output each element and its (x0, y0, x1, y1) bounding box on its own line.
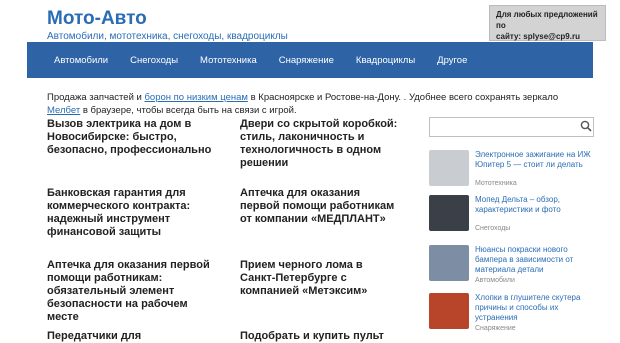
ad-box: Для любых предложений по сайту: splyse@c… (489, 5, 606, 41)
post-thumbnail[interactable] (429, 150, 469, 186)
post-thumbnail[interactable] (429, 245, 469, 281)
post-title[interactable]: Вызов электрика на дом в Новосибирске: б… (47, 118, 217, 157)
site-description: Автомобили, мототехника, снегоходы, квад… (47, 31, 288, 42)
sidebar-post-category[interactable]: Снегоходы (475, 225, 510, 232)
nav-item-motorcycles[interactable]: Мототехника (189, 55, 268, 66)
post-thumbnail[interactable] (429, 195, 469, 231)
post-title[interactable]: Прием черного лома в Санкт-Петербурге с … (240, 259, 390, 298)
sidebar-post-title[interactable]: Мопед Дельта – обзор, характеристики и ф… (475, 195, 599, 215)
sidebar-post[interactable]: Электронное зажигание на ИЖ Юпитер 5 — с… (429, 150, 599, 190)
main-navigation: Автомобили Снегоходы Мототехника Снаряже… (27, 42, 593, 78)
sidebar-post-title[interactable]: Электронное зажигание на ИЖ Юпитер 5 — с… (475, 150, 599, 170)
notice-link-melbet[interactable]: Мелбет (47, 105, 80, 116)
notice-link-borons[interactable]: борон по низким ценам (144, 92, 247, 103)
nav-item-equipment[interactable]: Снаряжение (268, 55, 345, 66)
sidebar-post-category[interactable]: Автомобили (475, 277, 515, 284)
post-title[interactable]: Подобрать и купить пульт (240, 330, 400, 343)
sidebar-post-title[interactable]: Хлопки в глушителе скутера причины и спо… (475, 293, 599, 323)
post-title[interactable]: Банковская гарантия для коммерческого ко… (47, 187, 217, 239)
sidebar-post-category[interactable]: Снаряжение (475, 325, 516, 332)
sidebar-post-title[interactable]: Нюансы покраски нового бампера в зависим… (475, 245, 599, 275)
sidebar-post[interactable]: Мопед Дельта – обзор, характеристики и ф… (429, 195, 599, 235)
post-title[interactable]: Аптечка для оказания первой помощи работ… (240, 187, 400, 226)
search-input[interactable] (429, 117, 594, 137)
sidebar-post[interactable]: Нюансы покраски нового бампера в зависим… (429, 245, 599, 285)
nav-item-atvs[interactable]: Квадроциклы (345, 55, 426, 66)
ad-line-1: Для любых предложений по (496, 10, 598, 30)
notice-text-3: в браузере, чтобы всегда быть на связи с… (80, 105, 297, 116)
notice-text-2: в Красноярске и Ростове-на-Дону. . Удобн… (247, 92, 559, 103)
post-title[interactable]: Передатчики для квадрокоптеров: (47, 330, 227, 343)
sidebar-post[interactable]: Хлопки в глушителе скутера причины и спо… (429, 293, 599, 333)
post-title[interactable]: Аптечка для оказания первой помощи работ… (47, 259, 217, 324)
nav-item-cars[interactable]: Автомобили (27, 55, 119, 66)
sidebar-post-category[interactable]: Мототехника (475, 180, 517, 187)
search-icon[interactable] (580, 120, 592, 132)
post-title[interactable]: Двери со скрытой коробкой: стиль, лакони… (240, 118, 400, 170)
ad-line-2: сайту: splyse@cp9.ru (496, 32, 580, 41)
nav-item-other[interactable]: Другое (426, 55, 478, 66)
notice-text: Продажа запчастей и борон по низким цена… (47, 91, 587, 117)
notice-text-1: Продажа запчастей и (47, 92, 145, 103)
nav-item-snowmobiles[interactable]: Снегоходы (119, 55, 189, 66)
post-thumbnail[interactable] (429, 293, 469, 329)
site-title[interactable]: Мото-Авто (47, 8, 147, 30)
